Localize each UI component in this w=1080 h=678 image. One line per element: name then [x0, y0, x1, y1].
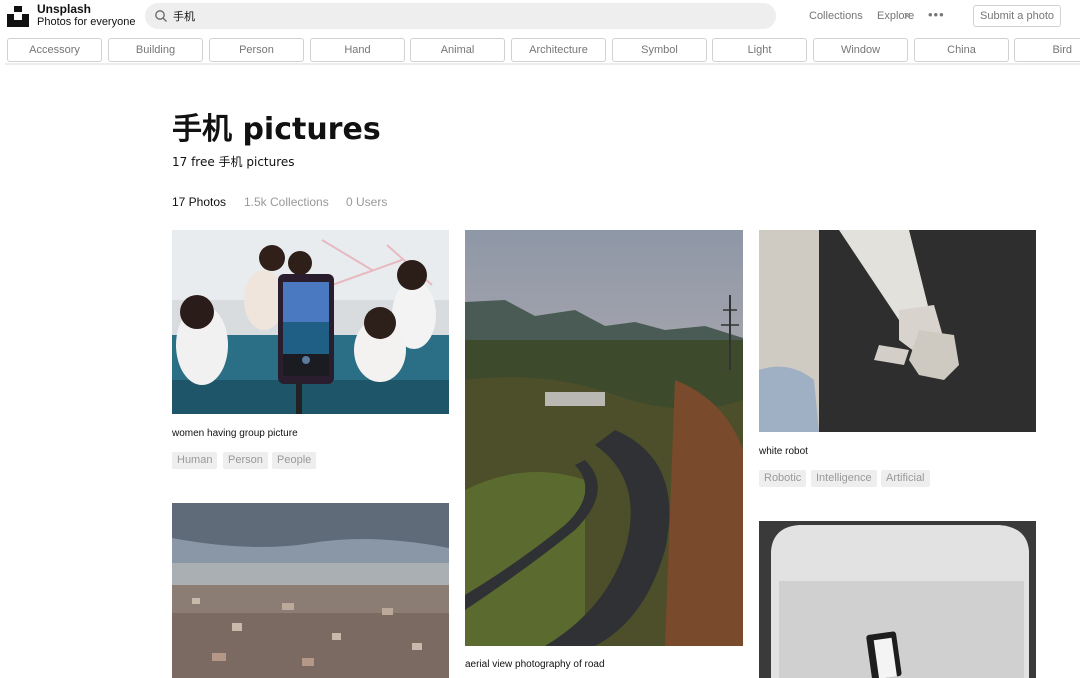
tab-collections[interactable]: 1.5k Collections: [244, 195, 329, 209]
photo-women-group-picture[interactable]: [172, 230, 449, 414]
page-subtitle: 17 free 手机 pictures: [172, 155, 295, 169]
photo-caption: white robot: [759, 446, 808, 457]
top-header: Unsplash Photos for everyone × Collectio…: [0, 0, 1080, 34]
photo-aerial-road-image: [465, 230, 743, 646]
photo-tag[interactable]: Artificial: [881, 470, 930, 487]
category-pill[interactable]: Symbol: [612, 38, 707, 62]
photo-window-phone-image: [759, 521, 1036, 678]
photo-city-skyline-image: [172, 503, 449, 678]
photo-aerial-road[interactable]: [465, 230, 743, 646]
category-pill[interactable]: Bird: [1014, 38, 1080, 62]
category-bar: Accessory Building Person Hand Animal Ar…: [0, 38, 1080, 63]
tab-photos[interactable]: 17 Photos: [172, 195, 226, 209]
photo-caption: aerial view photography of road: [465, 659, 605, 670]
photo-tag[interactable]: Intelligence: [811, 470, 877, 487]
category-pill[interactable]: Accessory: [7, 38, 102, 62]
photo-window-phone[interactable]: [759, 521, 1036, 678]
photo-tag[interactable]: Person: [223, 452, 268, 469]
submit-photo-button[interactable]: Submit a photo: [973, 5, 1061, 27]
category-pill[interactable]: Animal: [410, 38, 505, 62]
category-pill[interactable]: Window: [813, 38, 908, 62]
more-options-icon[interactable]: •••: [928, 8, 945, 21]
page-title: 手机 pictures: [172, 112, 381, 147]
category-pill[interactable]: Architecture: [511, 38, 606, 62]
photo-white-robot[interactable]: [759, 230, 1036, 432]
brand-name: Unsplash: [37, 2, 92, 16]
category-pill[interactable]: Person: [209, 38, 304, 62]
photo-tag[interactable]: People: [272, 452, 317, 469]
header-divider: [5, 63, 1080, 65]
photo-caption: women having group picture: [172, 428, 298, 439]
photo-tag[interactable]: Human: [172, 452, 218, 469]
category-pill[interactable]: China: [914, 38, 1009, 62]
nav-explore-link[interactable]: Explore: [877, 10, 914, 22]
category-pill[interactable]: Light: [712, 38, 807, 62]
search-bar[interactable]: ×: [145, 3, 911, 29]
tab-users[interactable]: 0 Users: [346, 195, 387, 209]
category-pill[interactable]: Building: [108, 38, 203, 62]
nav-collections-link[interactable]: Collections: [809, 10, 863, 22]
photo-tag[interactable]: Robotic: [759, 470, 807, 487]
brand-tagline: Photos for everyone: [37, 16, 136, 28]
unsplash-logo-icon[interactable]: [7, 5, 29, 27]
category-pill[interactable]: Hand: [310, 38, 405, 62]
search-input[interactable]: [173, 7, 733, 25]
photo-white-robot-image: [759, 230, 1036, 432]
photo-women-group-image: [172, 230, 449, 414]
search-icon: [155, 10, 167, 22]
photo-city-skyline[interactable]: [172, 503, 449, 678]
brand[interactable]: Unsplash Photos for everyone: [37, 3, 135, 29]
